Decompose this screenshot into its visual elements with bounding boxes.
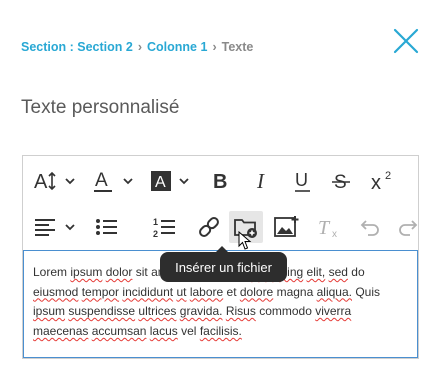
svg-text:U: U <box>295 170 308 190</box>
text-color-icon: A <box>94 170 133 192</box>
page-title: Texte personnalisé <box>21 97 180 118</box>
mouse-pointer-icon <box>238 231 252 250</box>
close-icon <box>393 28 419 54</box>
numbered-list-icon: 1 2 <box>153 217 175 239</box>
italic-button[interactable]: I <box>245 165 281 197</box>
background-color-button[interactable]: A <box>147 165 195 197</box>
svg-text:1: 1 <box>153 217 158 227</box>
svg-text:A: A <box>34 171 48 193</box>
editor-toolbar: A A A B I U S x 2 1 2 T x <box>23 156 418 250</box>
strikethrough-button[interactable]: S <box>323 165 359 197</box>
svg-text:I: I <box>256 169 265 193</box>
font-size-button[interactable]: A <box>31 165 81 197</box>
bold-icon: B <box>213 171 227 193</box>
redo-icon <box>399 220 418 236</box>
underline-button[interactable]: U <box>285 165 321 197</box>
link-button[interactable] <box>191 211 227 243</box>
insert-image-icon <box>274 216 299 237</box>
align-button[interactable] <box>31 211 81 243</box>
italic-icon: I <box>256 169 265 193</box>
bulleted-list-icon <box>96 219 117 235</box>
breadcrumb-separator: › <box>137 40 143 54</box>
insert-image-button[interactable] <box>269 211 305 243</box>
font-size-icon: A <box>34 171 75 193</box>
toolbar-row-insert: 1 2 T x <box>23 205 418 249</box>
svg-text:2: 2 <box>385 170 391 182</box>
svg-text:x: x <box>332 229 337 240</box>
breadcrumb-separator: › <box>212 40 217 54</box>
svg-text:2: 2 <box>153 229 158 239</box>
breadcrumb-column-link[interactable]: Colonne 1 <box>147 40 207 54</box>
superscript-button[interactable]: x 2 <box>363 165 403 197</box>
underline-icon: U <box>295 170 310 192</box>
bulleted-list-button[interactable] <box>89 211 125 243</box>
superscript-icon: x 2 <box>371 170 391 194</box>
clear-format-icon: T x <box>318 217 337 240</box>
breadcrumb-current: Texte <box>221 40 254 54</box>
close-button[interactable] <box>392 27 420 55</box>
breadcrumb-section-link[interactable]: Section : Section 2 <box>21 40 133 54</box>
breadcrumb: Section : Section 2 › Colonne 1 › Texte <box>21 40 253 54</box>
numbered-list-button[interactable]: 1 2 <box>147 211 183 243</box>
bold-button[interactable]: B <box>203 165 239 197</box>
svg-text:T: T <box>318 217 331 239</box>
link-icon <box>199 217 219 237</box>
svg-text:A: A <box>95 170 108 191</box>
redo-button[interactable] <box>393 211 423 243</box>
undo-button[interactable] <box>355 211 385 243</box>
svg-text:A: A <box>155 174 166 191</box>
insert-file-tooltip: Insérer un fichier <box>160 246 287 282</box>
text-color-button[interactable]: A <box>89 165 137 197</box>
align-left-icon <box>35 219 75 236</box>
background-color-icon: A <box>151 171 189 191</box>
strikethrough-icon: S <box>332 172 350 193</box>
clear-format-button[interactable]: T x <box>311 211 347 243</box>
toolbar-row-formatting: A A A B I U S x 2 <box>23 159 418 203</box>
svg-text:x: x <box>371 172 381 194</box>
undo-icon <box>360 220 379 236</box>
svg-text:B: B <box>213 171 227 193</box>
